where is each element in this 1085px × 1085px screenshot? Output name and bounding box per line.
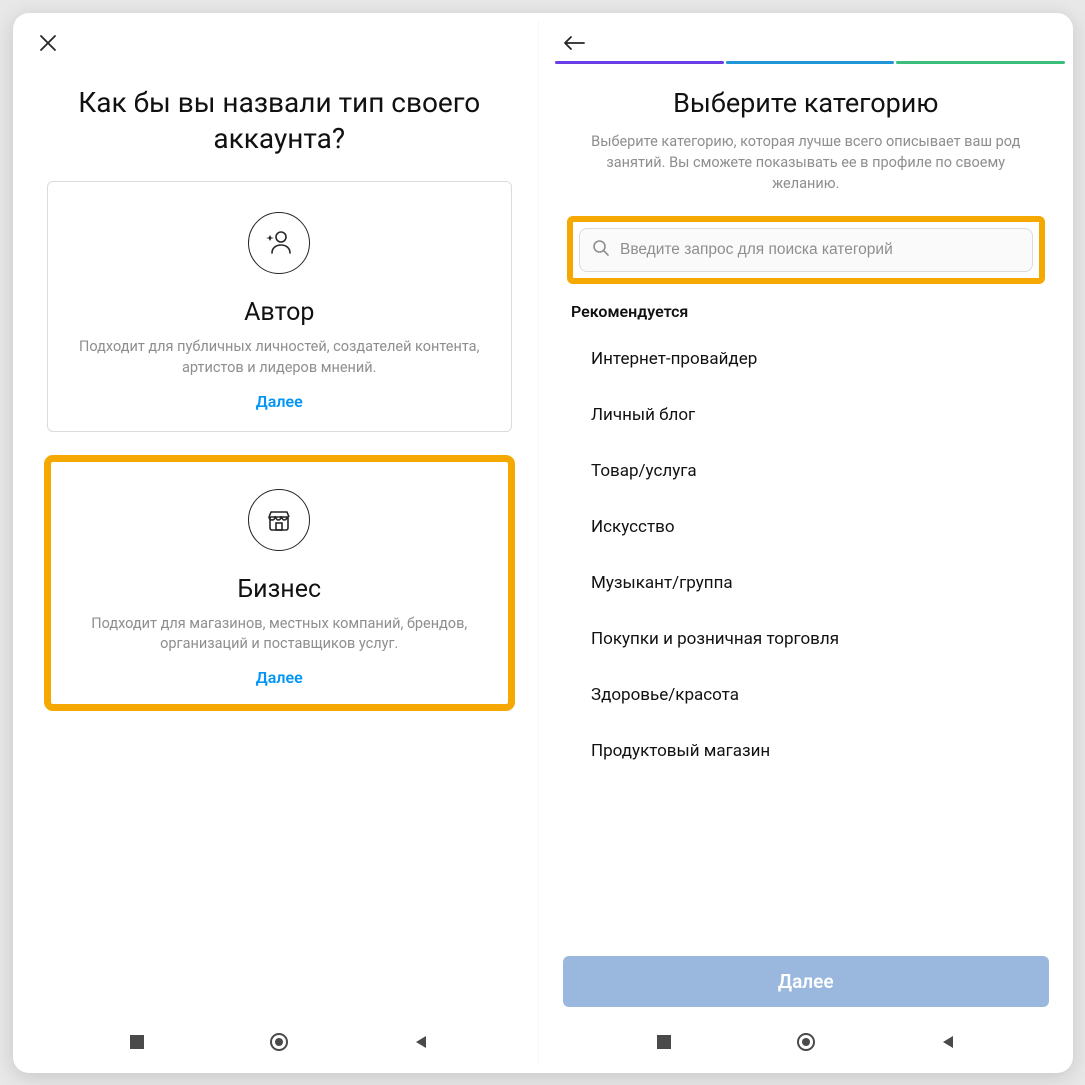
- progress-seg-2: [726, 61, 895, 64]
- android-navbar: [21, 1019, 539, 1065]
- category-item[interactable]: Продуктовый магазин: [591, 723, 1065, 779]
- progress-seg-3: [896, 61, 1065, 64]
- page-subtitle: Выберите категорию, которая лучше всего …: [547, 131, 1065, 216]
- category-item[interactable]: Интернет-провайдер: [591, 331, 1065, 387]
- topbar-right: [547, 21, 1065, 65]
- search-icon: [592, 239, 610, 261]
- card-business[interactable]: Бизнес Подходит для магазинов, местных к…: [47, 458, 513, 709]
- search-input[interactable]: [620, 241, 1020, 259]
- card-desc: Подходит для публичных личностей, создат…: [68, 337, 492, 392]
- page-title: Выберите категорию: [547, 73, 1065, 131]
- progress-bar: [547, 61, 1065, 65]
- android-navbar: [547, 1019, 1065, 1065]
- category-item[interactable]: Товар/услуга: [591, 443, 1065, 499]
- card-title: Автор: [68, 298, 492, 327]
- close-icon[interactable]: [35, 30, 61, 56]
- category-item[interactable]: Музыкант/группа: [591, 555, 1065, 611]
- account-type-screen: Как бы вы назвали тип своего аккаунта? А…: [21, 21, 540, 1065]
- category-item[interactable]: Личный блог: [591, 387, 1065, 443]
- card-next-link[interactable]: Далее: [68, 668, 492, 687]
- nav-recent-icon[interactable]: [125, 1030, 149, 1054]
- nav-recent-icon[interactable]: [652, 1030, 676, 1054]
- nav-back-icon[interactable]: [409, 1030, 433, 1054]
- creator-icon: [248, 212, 310, 274]
- card-next-link[interactable]: Далее: [68, 392, 492, 411]
- next-button[interactable]: Далее: [563, 956, 1049, 1007]
- business-icon: [248, 489, 310, 551]
- progress-seg-1: [555, 61, 724, 64]
- card-creator[interactable]: Автор Подходит для публичных личностей, …: [47, 181, 513, 432]
- nav-home-icon[interactable]: [794, 1030, 818, 1054]
- search-field[interactable]: [579, 228, 1033, 272]
- topbar-left: [21, 21, 539, 65]
- account-type-cards: Автор Подходит для публичных личностей, …: [21, 181, 539, 708]
- back-icon[interactable]: [561, 30, 587, 56]
- search-highlight: [567, 216, 1045, 284]
- page-title: Как бы вы назвали тип своего аккаунта?: [21, 65, 539, 182]
- cta-row: Далее: [547, 946, 1065, 1019]
- category-screen: Выберите категорию Выберите категорию, к…: [547, 21, 1065, 1065]
- category-item[interactable]: Покупки и розничная торговля: [591, 611, 1065, 667]
- nav-home-icon[interactable]: [267, 1030, 291, 1054]
- nav-back-icon[interactable]: [936, 1030, 960, 1054]
- category-list[interactable]: Интернет-провайдер Личный блог Товар/усл…: [547, 331, 1065, 946]
- card-title: Бизнес: [68, 575, 492, 604]
- list-fade: [547, 916, 1065, 946]
- recommended-label: Рекомендуется: [547, 302, 1065, 331]
- card-desc: Подходит для магазинов, местных компаний…: [68, 614, 492, 669]
- category-item[interactable]: Искусство: [591, 499, 1065, 555]
- category-item[interactable]: Здоровье/красота: [591, 667, 1065, 723]
